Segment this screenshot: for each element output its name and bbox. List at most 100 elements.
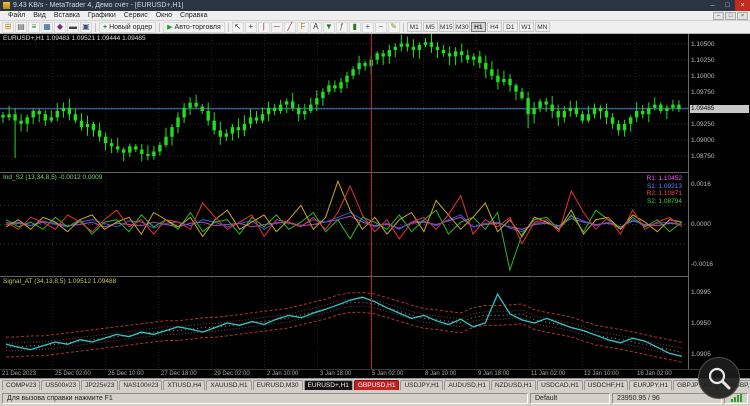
status-help-text: Для вызова справки нажмите F1 xyxy=(2,392,528,404)
bid-price-tag: 1.09485 xyxy=(690,105,749,113)
indicator1-label: Ind_S2 (13,34,8,5) -0.0012 0.0009 xyxy=(3,174,103,181)
time-label-8: 8 Jan 10:00 xyxy=(425,371,457,377)
toolbar-left-group: ⊞ ▤ ≡ ▦ ◆ ▬ ▣ xyxy=(2,21,92,33)
profiles-icon[interactable]: ▤ xyxy=(15,21,27,33)
autotrading-play-icon: ▶ xyxy=(167,23,173,31)
text-icon[interactable]: A xyxy=(309,21,322,33)
new-order-label: Новый ордер xyxy=(109,23,153,31)
osc-axis-label-2: -0.0016 xyxy=(691,261,714,268)
navigator-icon[interactable]: ◆ xyxy=(54,21,66,33)
chart-tab-XTIUSD,H4[interactable]: XTIUSD,H4 xyxy=(163,380,206,390)
child-restore-button[interactable]: □ xyxy=(725,11,736,20)
chart-tab-EURJPY,H1[interactable]: EURJPY,H1 xyxy=(629,380,673,390)
oscillator-pane[interactable] xyxy=(0,173,688,276)
timeframe-W1[interactable]: W1 xyxy=(518,22,534,32)
new-chart-icon[interactable]: ⊞ xyxy=(2,21,14,33)
time-label-5: 2 Jan 10:00 xyxy=(267,371,299,377)
status-profile[interactable]: Default xyxy=(530,392,610,404)
strategy-tester-icon[interactable]: ▣ xyxy=(80,21,92,33)
chart-tab-US500#23[interactable]: US500#23 xyxy=(41,380,81,390)
chart-tab-USDJPY,H1[interactable]: USDJPY,H1 xyxy=(400,380,444,390)
vertical-cursor-line xyxy=(371,34,372,369)
timeframe-M5[interactable]: M5 xyxy=(422,22,438,32)
chart-region: 1.105001.102501.100001.097501.095001.092… xyxy=(0,34,750,369)
menu-item-0[interactable]: Файл xyxy=(4,12,29,19)
fibo-icon[interactable]: F xyxy=(296,21,309,33)
chart-tab-XAUUSD,H1[interactable]: XAUUSD,H1 xyxy=(206,380,252,390)
timeframe-M1[interactable]: M1 xyxy=(406,22,422,32)
chart-tab-NAS100#23[interactable]: NAS100#23 xyxy=(119,380,163,390)
metaeditor-icon[interactable]: ✎ xyxy=(387,21,400,33)
legend-line-0: R1: 1.10452 xyxy=(646,175,682,182)
timeframe-H4[interactable]: H4 xyxy=(486,22,502,32)
menu-item-5[interactable]: Окно xyxy=(152,12,176,19)
child-window-controls: – □ × xyxy=(712,11,750,20)
sig-axis-label-1: 1.0950 xyxy=(691,320,711,327)
time-label-3: 27 Dec 18:00 xyxy=(161,371,197,377)
metatrader-window: 9.43 KB/s - MetaTrader 4, Демо счёт - [E… xyxy=(0,0,750,406)
candle-style-icon[interactable]: ▮ xyxy=(348,21,361,33)
chart-tab-USDCAD,H1[interactable]: USDCAD,H1 xyxy=(537,380,583,390)
crosshair-icon[interactable]: + xyxy=(244,21,257,33)
time-label-4: 29 Dec 02:00 xyxy=(214,371,250,377)
time-axis[interactable]: 21 Dec 2023 25 Dec 02:00 26 Dec 10:00 27 De… xyxy=(0,369,750,378)
signal-pane[interactable] xyxy=(0,277,688,369)
zoom-in-icon[interactable]: + xyxy=(361,21,374,33)
price-label-1: 1.10250 xyxy=(691,57,715,64)
title-bar: 9.43 KB/s - MetaTrader 4, Демо счёт - [E… xyxy=(0,0,750,11)
screenshot-magnifier-icon[interactable] xyxy=(698,357,740,399)
autotrading-label: Авто-торговля xyxy=(174,23,221,31)
chart-tab-EURUSD,M30[interactable]: EURUSD,M30 xyxy=(252,380,303,390)
pane-separator[interactable] xyxy=(0,172,750,173)
indicator2-label: Signal_AT (34,13,8,5) 1.09512 1.09488 xyxy=(3,278,117,285)
menu-bar: Файл Вид Вставка Графики Сервис Окно Справка –… xyxy=(0,11,750,21)
zoom-out-icon[interactable]: − xyxy=(374,21,387,33)
time-label-1: 25 Dec 02:00 xyxy=(55,371,91,377)
chart-tabs-bar: COMP#23 US500#23 JP225#23 NAS100#23 XTIUSD,H… xyxy=(0,378,750,390)
cursor-icon[interactable]: ↖ xyxy=(231,21,244,33)
hline-icon[interactable]: ─ xyxy=(270,21,283,33)
timeframe-M30[interactable]: M30 xyxy=(454,22,470,32)
autotrading-button[interactable]: ▶ Авто-торговля xyxy=(163,21,225,33)
price-label-2: 1.10000 xyxy=(691,73,715,80)
menu-item-2[interactable]: Вставка xyxy=(50,12,84,19)
app-icon xyxy=(3,2,10,9)
price-label-6: 1.09000 xyxy=(691,137,715,144)
time-label-11: 12 Jan 10:00 xyxy=(584,371,619,377)
minimize-button[interactable]: – xyxy=(705,0,720,11)
pane-separator[interactable] xyxy=(0,276,750,277)
price-label-7: 1.08750 xyxy=(691,153,715,160)
market-watch-icon[interactable]: ≡ xyxy=(28,21,40,33)
data-window-icon[interactable]: ▦ xyxy=(41,21,53,33)
chart-tab-GBPUSD,H1[interactable]: GBPUSD,H1 xyxy=(353,380,400,390)
menu-item-1[interactable]: Вид xyxy=(29,12,50,19)
indicators-icon[interactable]: ƒ xyxy=(335,21,348,33)
main-chart-pane[interactable] xyxy=(0,34,688,172)
timeframe-MN[interactable]: MN xyxy=(534,22,550,32)
sig-axis-label-0: 1.0995 xyxy=(691,289,711,296)
toolbar-separator xyxy=(402,22,404,32)
terminal-icon[interactable]: ▬ xyxy=(67,21,79,33)
menu-item-3[interactable]: Графики xyxy=(84,12,120,19)
close-button[interactable]: × xyxy=(735,0,750,11)
menu-item-4[interactable]: Сервис xyxy=(120,12,152,19)
window-title: 9.43 KB/s - MetaTrader 4, Демо счёт - [E… xyxy=(13,2,184,9)
timeframe-M15[interactable]: M15 xyxy=(438,22,454,32)
chart-tab-USDCHF,H1[interactable]: USDCHF,H1 xyxy=(583,380,629,390)
new-order-button[interactable]: + Новый ордер xyxy=(99,21,157,33)
vline-icon[interactable]: | xyxy=(257,21,270,33)
chart-tab-AUDUSD,H1[interactable]: AUDUSD,H1 xyxy=(444,380,490,390)
chart-tab-NZDUSD,H1[interactable]: NZDUSD,H1 xyxy=(490,380,537,390)
child-minimize-button[interactable]: – xyxy=(713,11,724,20)
menu-item-6[interactable]: Справка xyxy=(176,12,211,19)
timeframe-H1[interactable]: H1 xyxy=(470,22,486,32)
chart-tab-COMP#23[interactable]: COMP#23 xyxy=(2,380,41,390)
restore-button[interactable]: □ xyxy=(720,0,735,11)
child-close-button[interactable]: × xyxy=(737,11,748,20)
arrow-tool-icon[interactable]: ▼ xyxy=(322,21,335,33)
trendline-icon[interactable]: ╱ xyxy=(283,21,296,33)
chart-tab-EURUSD+,H1[interactable]: EURUSD+,H1 xyxy=(303,380,353,390)
timeframe-D1[interactable]: D1 xyxy=(502,22,518,32)
chart-tab-JP225#23[interactable]: JP225#23 xyxy=(81,380,119,390)
time-label-2: 26 Dec 10:00 xyxy=(108,371,144,377)
